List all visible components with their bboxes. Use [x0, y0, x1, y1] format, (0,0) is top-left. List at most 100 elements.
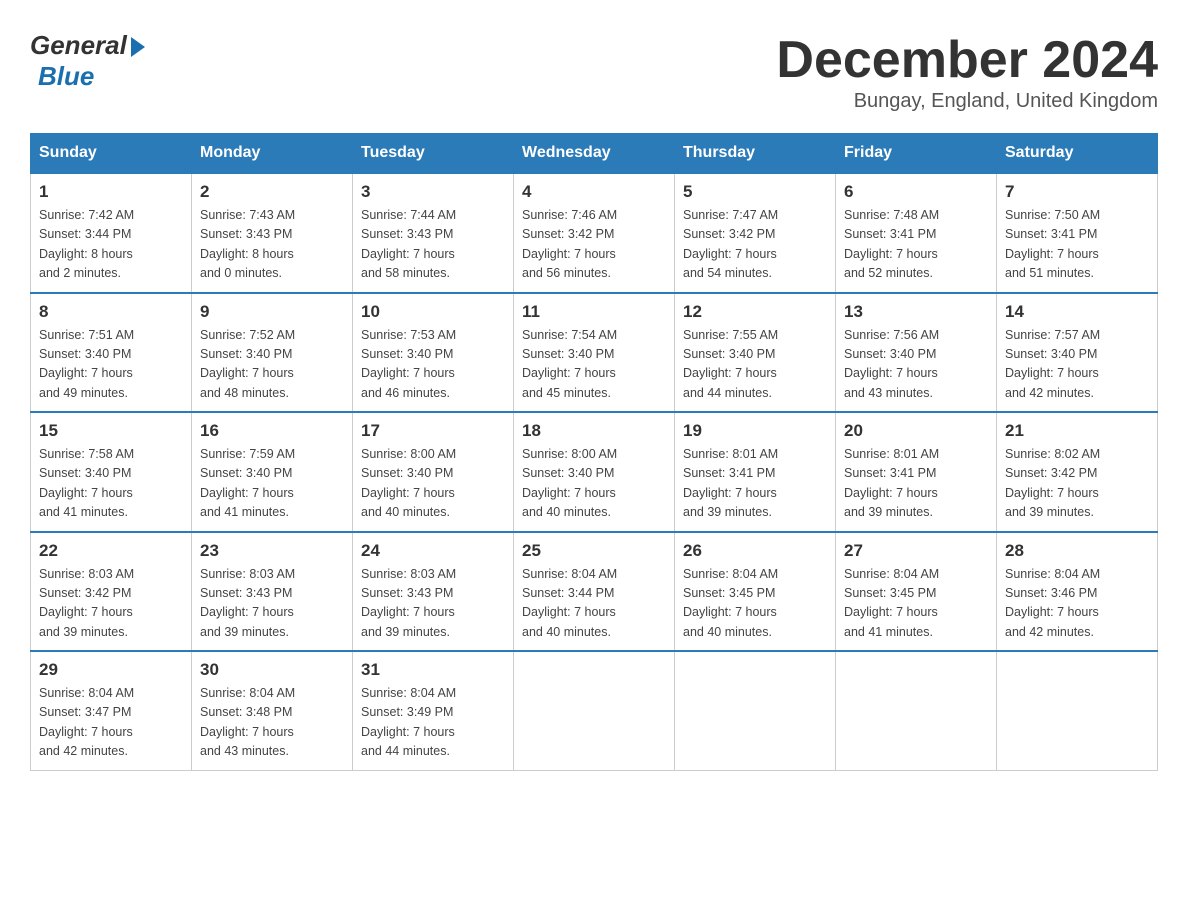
day-info: Sunrise: 7:58 AMSunset: 3:40 PMDaylight:…: [39, 445, 183, 523]
day-info: Sunrise: 7:55 AMSunset: 3:40 PMDaylight:…: [683, 326, 827, 404]
day-number: 15: [39, 421, 183, 441]
calendar-cell: 27 Sunrise: 8:04 AMSunset: 3:45 PMDaylig…: [836, 532, 997, 652]
calendar-cell: 30 Sunrise: 8:04 AMSunset: 3:48 PMDaylig…: [192, 651, 353, 770]
day-info: Sunrise: 7:44 AMSunset: 3:43 PMDaylight:…: [361, 206, 505, 284]
calendar-cell: 8 Sunrise: 7:51 AMSunset: 3:40 PMDayligh…: [31, 293, 192, 413]
location: Bungay, England, United Kingdom: [776, 90, 1158, 113]
day-number: 6: [844, 182, 988, 202]
calendar-cell: [675, 651, 836, 770]
day-number: 29: [39, 660, 183, 680]
calendar-cell: 28 Sunrise: 8:04 AMSunset: 3:46 PMDaylig…: [997, 532, 1158, 652]
calendar-cell: 12 Sunrise: 7:55 AMSunset: 3:40 PMDaylig…: [675, 293, 836, 413]
page-header: General Blue December 2024 Bungay, Engla…: [30, 30, 1158, 113]
day-info: Sunrise: 8:00 AMSunset: 3:40 PMDaylight:…: [522, 445, 666, 523]
day-number: 1: [39, 182, 183, 202]
calendar-cell: 29 Sunrise: 8:04 AMSunset: 3:47 PMDaylig…: [31, 651, 192, 770]
day-number: 14: [1005, 302, 1149, 322]
day-info: Sunrise: 8:01 AMSunset: 3:41 PMDaylight:…: [683, 445, 827, 523]
day-number: 7: [1005, 182, 1149, 202]
calendar-cell: 5 Sunrise: 7:47 AMSunset: 3:42 PMDayligh…: [675, 173, 836, 293]
day-info: Sunrise: 7:51 AMSunset: 3:40 PMDaylight:…: [39, 326, 183, 404]
day-number: 20: [844, 421, 988, 441]
day-number: 3: [361, 182, 505, 202]
day-header-friday: Friday: [836, 134, 997, 174]
day-info: Sunrise: 8:01 AMSunset: 3:41 PMDaylight:…: [844, 445, 988, 523]
title-section: December 2024 Bungay, England, United Ki…: [776, 30, 1158, 113]
logo-arrow-icon: [131, 37, 145, 57]
week-row-3: 15 Sunrise: 7:58 AMSunset: 3:40 PMDaylig…: [31, 412, 1158, 532]
calendar-cell: 19 Sunrise: 8:01 AMSunset: 3:41 PMDaylig…: [675, 412, 836, 532]
day-info: Sunrise: 7:46 AMSunset: 3:42 PMDaylight:…: [522, 206, 666, 284]
day-info: Sunrise: 8:04 AMSunset: 3:44 PMDaylight:…: [522, 565, 666, 643]
day-number: 10: [361, 302, 505, 322]
day-info: Sunrise: 8:02 AMSunset: 3:42 PMDaylight:…: [1005, 445, 1149, 523]
calendar-cell: 3 Sunrise: 7:44 AMSunset: 3:43 PMDayligh…: [353, 173, 514, 293]
day-number: 12: [683, 302, 827, 322]
day-number: 2: [200, 182, 344, 202]
day-info: Sunrise: 7:56 AMSunset: 3:40 PMDaylight:…: [844, 326, 988, 404]
calendar-cell: 6 Sunrise: 7:48 AMSunset: 3:41 PMDayligh…: [836, 173, 997, 293]
day-info: Sunrise: 7:47 AMSunset: 3:42 PMDaylight:…: [683, 206, 827, 284]
day-number: 22: [39, 541, 183, 561]
day-info: Sunrise: 8:00 AMSunset: 3:40 PMDaylight:…: [361, 445, 505, 523]
day-number: 13: [844, 302, 988, 322]
day-info: Sunrise: 7:52 AMSunset: 3:40 PMDaylight:…: [200, 326, 344, 404]
logo-blue-text: Blue: [38, 61, 94, 92]
calendar-cell: 4 Sunrise: 7:46 AMSunset: 3:42 PMDayligh…: [514, 173, 675, 293]
calendar-cell: 20 Sunrise: 8:01 AMSunset: 3:41 PMDaylig…: [836, 412, 997, 532]
day-header-wednesday: Wednesday: [514, 134, 675, 174]
calendar-cell: 1 Sunrise: 7:42 AMSunset: 3:44 PMDayligh…: [31, 173, 192, 293]
day-info: Sunrise: 8:04 AMSunset: 3:47 PMDaylight:…: [39, 684, 183, 762]
calendar-header-row: SundayMondayTuesdayWednesdayThursdayFrid…: [31, 134, 1158, 174]
day-number: 11: [522, 302, 666, 322]
calendar-cell: 26 Sunrise: 8:04 AMSunset: 3:45 PMDaylig…: [675, 532, 836, 652]
calendar-cell: 22 Sunrise: 8:03 AMSunset: 3:42 PMDaylig…: [31, 532, 192, 652]
calendar-cell: 9 Sunrise: 7:52 AMSunset: 3:40 PMDayligh…: [192, 293, 353, 413]
day-number: 18: [522, 421, 666, 441]
calendar-table: SundayMondayTuesdayWednesdayThursdayFrid…: [30, 133, 1158, 771]
calendar-cell: 2 Sunrise: 7:43 AMSunset: 3:43 PMDayligh…: [192, 173, 353, 293]
logo-general-text: General: [30, 30, 127, 61]
calendar-cell: 11 Sunrise: 7:54 AMSunset: 3:40 PMDaylig…: [514, 293, 675, 413]
day-number: 4: [522, 182, 666, 202]
day-info: Sunrise: 8:04 AMSunset: 3:45 PMDaylight:…: [844, 565, 988, 643]
day-header-saturday: Saturday: [997, 134, 1158, 174]
day-info: Sunrise: 7:50 AMSunset: 3:41 PMDaylight:…: [1005, 206, 1149, 284]
calendar-cell: 10 Sunrise: 7:53 AMSunset: 3:40 PMDaylig…: [353, 293, 514, 413]
day-number: 5: [683, 182, 827, 202]
calendar-cell: 31 Sunrise: 8:04 AMSunset: 3:49 PMDaylig…: [353, 651, 514, 770]
day-info: Sunrise: 8:04 AMSunset: 3:48 PMDaylight:…: [200, 684, 344, 762]
calendar-cell: 21 Sunrise: 8:02 AMSunset: 3:42 PMDaylig…: [997, 412, 1158, 532]
day-number: 8: [39, 302, 183, 322]
day-number: 21: [1005, 421, 1149, 441]
calendar-cell: [997, 651, 1158, 770]
day-header-tuesday: Tuesday: [353, 134, 514, 174]
month-title: December 2024: [776, 30, 1158, 90]
day-number: 26: [683, 541, 827, 561]
calendar-cell: 13 Sunrise: 7:56 AMSunset: 3:40 PMDaylig…: [836, 293, 997, 413]
calendar-cell: 23 Sunrise: 8:03 AMSunset: 3:43 PMDaylig…: [192, 532, 353, 652]
day-number: 31: [361, 660, 505, 680]
day-info: Sunrise: 8:04 AMSunset: 3:46 PMDaylight:…: [1005, 565, 1149, 643]
week-row-4: 22 Sunrise: 8:03 AMSunset: 3:42 PMDaylig…: [31, 532, 1158, 652]
day-info: Sunrise: 7:53 AMSunset: 3:40 PMDaylight:…: [361, 326, 505, 404]
day-info: Sunrise: 8:04 AMSunset: 3:49 PMDaylight:…: [361, 684, 505, 762]
calendar-cell: 25 Sunrise: 8:04 AMSunset: 3:44 PMDaylig…: [514, 532, 675, 652]
day-number: 30: [200, 660, 344, 680]
week-row-2: 8 Sunrise: 7:51 AMSunset: 3:40 PMDayligh…: [31, 293, 1158, 413]
day-info: Sunrise: 7:48 AMSunset: 3:41 PMDaylight:…: [844, 206, 988, 284]
day-number: 17: [361, 421, 505, 441]
day-info: Sunrise: 7:57 AMSunset: 3:40 PMDaylight:…: [1005, 326, 1149, 404]
day-info: Sunrise: 8:03 AMSunset: 3:43 PMDaylight:…: [361, 565, 505, 643]
day-header-sunday: Sunday: [31, 134, 192, 174]
calendar-cell: 14 Sunrise: 7:57 AMSunset: 3:40 PMDaylig…: [997, 293, 1158, 413]
day-info: Sunrise: 7:42 AMSunset: 3:44 PMDaylight:…: [39, 206, 183, 284]
calendar-cell: 15 Sunrise: 7:58 AMSunset: 3:40 PMDaylig…: [31, 412, 192, 532]
calendar-cell: 16 Sunrise: 7:59 AMSunset: 3:40 PMDaylig…: [192, 412, 353, 532]
day-number: 19: [683, 421, 827, 441]
day-number: 28: [1005, 541, 1149, 561]
calendar-cell: 24 Sunrise: 8:03 AMSunset: 3:43 PMDaylig…: [353, 532, 514, 652]
day-number: 16: [200, 421, 344, 441]
day-info: Sunrise: 7:59 AMSunset: 3:40 PMDaylight:…: [200, 445, 344, 523]
day-info: Sunrise: 7:43 AMSunset: 3:43 PMDaylight:…: [200, 206, 344, 284]
